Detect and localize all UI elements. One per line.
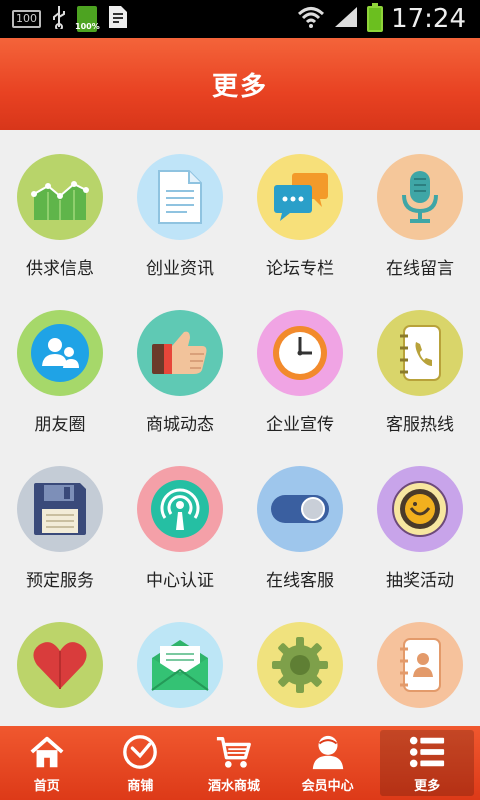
user-icon bbox=[312, 735, 343, 769]
grid-item-center-certification[interactable]: 中心认证 bbox=[120, 442, 240, 598]
grid-item-label: 企业宣传 bbox=[266, 415, 334, 435]
grid-item-lottery[interactable]: 抽奖活动 bbox=[360, 442, 480, 598]
grid-item-label: 预定服务 bbox=[26, 571, 94, 591]
contacts-icon bbox=[377, 622, 463, 708]
grid-item-promotion[interactable]: 企业宣传 bbox=[240, 286, 360, 442]
people-icon bbox=[17, 310, 103, 396]
gear-icon bbox=[257, 622, 343, 708]
grid-item-mail[interactable] bbox=[120, 598, 240, 726]
chart-icon bbox=[17, 154, 103, 240]
page-title: 更多 bbox=[211, 71, 268, 102]
tab-label: 酒水商城 bbox=[207, 778, 260, 794]
tab-label: 会员中心 bbox=[301, 778, 354, 794]
tab-more[interactable]: 更多 bbox=[380, 730, 474, 796]
envelope-icon bbox=[137, 622, 223, 708]
battery-icon bbox=[367, 3, 384, 32]
floppy-disk-icon bbox=[17, 466, 103, 552]
cart-icon bbox=[216, 736, 251, 768]
grid-item-contacts[interactable] bbox=[360, 598, 480, 726]
home-icon bbox=[30, 736, 64, 767]
tab-home[interactable]: 首页 bbox=[0, 726, 94, 800]
document-icon bbox=[137, 154, 223, 240]
status-time: 17:24 bbox=[391, 4, 466, 34]
lottery-icon bbox=[377, 466, 463, 552]
grid-item-online-service[interactable]: 在线客服 bbox=[240, 442, 360, 598]
list-icon bbox=[410, 736, 445, 767]
grid-item-label: 供求信息 bbox=[26, 259, 94, 279]
grid-item-favorites[interactable] bbox=[0, 598, 120, 726]
heart-icon bbox=[17, 622, 103, 708]
wifi-icon bbox=[297, 5, 325, 33]
grid-item-label: 在线留言 bbox=[386, 259, 454, 279]
grid-item-online-message[interactable]: 在线留言 bbox=[360, 130, 480, 286]
grid-item-label: 客服热线 bbox=[386, 415, 454, 435]
clock-icon bbox=[257, 310, 343, 396]
grid-item-mall-news[interactable]: 商城动态 bbox=[120, 286, 240, 442]
battery-full-icon: 100% bbox=[75, 6, 100, 32]
grid-item-label: 商城动态 bbox=[146, 415, 214, 435]
grid-item-label: 抽奖活动 bbox=[386, 571, 454, 591]
grid-item-friends[interactable]: 朋友圈 bbox=[0, 286, 120, 442]
usb-icon bbox=[51, 5, 67, 33]
toggle-switch-icon bbox=[257, 466, 343, 552]
clock-icon bbox=[123, 734, 158, 769]
tab-label: 更多 bbox=[414, 778, 441, 794]
menu-grid: 供求信息 创业资讯 论坛专栏 在线留言 朋友圈 商城动态 企业宣传 客服热线 预… bbox=[0, 130, 480, 726]
grid-item-label: 朋友圈 bbox=[34, 415, 86, 435]
sim-icon bbox=[107, 4, 129, 34]
grid-item-settings[interactable] bbox=[240, 598, 360, 726]
tab-label: 商铺 bbox=[127, 778, 154, 794]
bottom-tab-bar: 首页 商铺 酒水商城 会员中心 更多 bbox=[0, 726, 480, 800]
broadcast-user-icon bbox=[137, 466, 223, 552]
grid-item-label: 论坛专栏 bbox=[266, 259, 334, 279]
grid-item-label: 创业资讯 bbox=[146, 259, 214, 279]
grid-item-startup-news[interactable]: 创业资讯 bbox=[120, 130, 240, 286]
microphone-icon bbox=[377, 154, 463, 240]
grid-item-forum[interactable]: 论坛专栏 bbox=[240, 130, 360, 286]
grid-item-label: 在线客服 bbox=[266, 571, 334, 591]
grid-item-reservation[interactable]: 预定服务 bbox=[0, 442, 120, 598]
status-bar: 100 100% 17:24 bbox=[0, 0, 480, 38]
grid-item-label: 中心认证 bbox=[146, 571, 214, 591]
tab-shops[interactable]: 商铺 bbox=[94, 726, 188, 800]
grid-item-service-hotline[interactable]: 客服热线 bbox=[360, 286, 480, 442]
tab-member-center[interactable]: 会员中心 bbox=[281, 726, 375, 800]
status-box-indicator: 100 bbox=[12, 10, 41, 28]
tab-label: 首页 bbox=[33, 778, 60, 794]
chat-bubbles-icon bbox=[257, 154, 343, 240]
grid-item-supply-demand[interactable]: 供求信息 bbox=[0, 130, 120, 286]
phonebook-icon bbox=[377, 310, 463, 396]
thumbs-up-icon bbox=[137, 310, 223, 396]
signal-icon bbox=[333, 5, 359, 33]
tab-liquor-mall[interactable]: 酒水商城 bbox=[187, 726, 281, 800]
header-bar: 更多 bbox=[0, 38, 480, 130]
